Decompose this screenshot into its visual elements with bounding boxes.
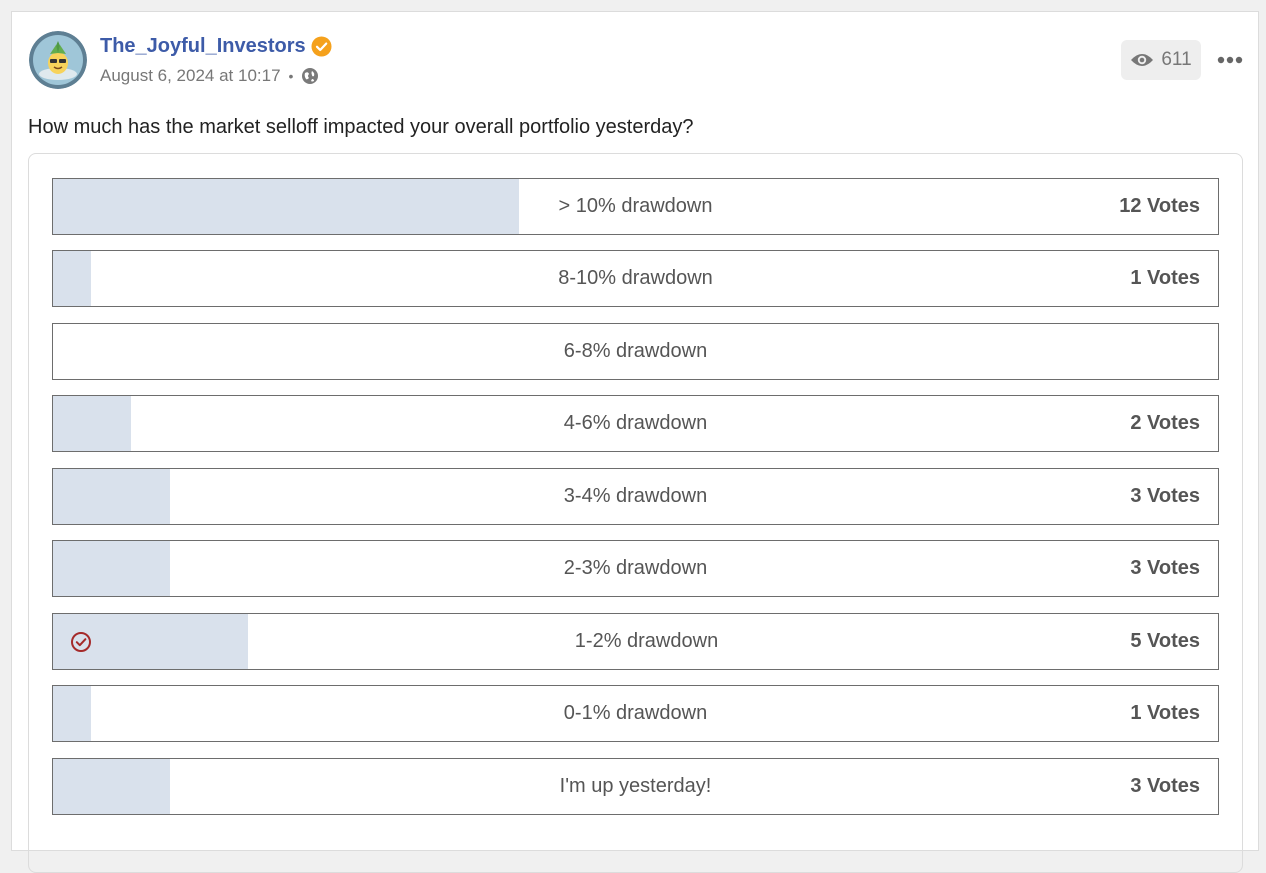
author-row: The_Joyful_Investors (100, 35, 332, 58)
eye-icon (1130, 52, 1154, 68)
poll-container: > 10% drawdown 12 Votes 8-10% drawdown 1… (28, 153, 1243, 873)
option-label: 0-1% drawdown (563, 702, 708, 724)
vote-count: 2 Votes (1130, 412, 1200, 434)
more-options-icon[interactable] (1215, 50, 1245, 70)
option-label: 2-3% drawdown (563, 557, 708, 579)
poll-option[interactable]: 3-4% drawdown 3 Votes (52, 468, 1219, 525)
option-label: 1-2% drawdown (574, 630, 719, 652)
globe-icon (301, 67, 319, 85)
vote-count: 3 Votes (1130, 485, 1200, 507)
avatar[interactable] (29, 31, 87, 89)
poll-option[interactable]: 8-10% drawdown 1 Votes (52, 250, 1219, 307)
post-card: The_Joyful_Investors August 6, 2024 at 1… (11, 11, 1259, 873)
option-label: 6-8% drawdown (563, 340, 708, 362)
vote-count: 1 Votes (1130, 267, 1200, 289)
option-label: > 10% drawdown (558, 195, 713, 217)
option-label: I'm up yesterday! (559, 775, 712, 797)
vote-count: 3 Votes (1130, 775, 1200, 797)
vote-count: 5 Votes (1130, 630, 1200, 652)
post-timestamp[interactable]: August 6, 2024 at 10:17 (100, 66, 281, 86)
option-label: 4-6% drawdown (563, 412, 708, 434)
vote-count: 3 Votes (1130, 557, 1200, 579)
poll-option[interactable]: 0-1% drawdown 1 Votes (52, 685, 1219, 742)
post-meta: August 6, 2024 at 10:17 • (100, 66, 319, 86)
option-label: 3-4% drawdown (563, 485, 708, 507)
verified-check-icon (311, 36, 332, 57)
meta-separator: • (288, 68, 294, 84)
poll-option-selected[interactable]: 1-2% drawdown 5 Votes (52, 613, 1219, 670)
poll-option[interactable]: 2-3% drawdown 3 Votes (52, 540, 1219, 597)
view-count: 611 (1161, 49, 1192, 70)
poll-option[interactable]: > 10% drawdown 12 Votes (52, 178, 1219, 235)
author-name[interactable]: The_Joyful_Investors (100, 35, 306, 58)
view-count-button[interactable]: 611 (1121, 40, 1201, 80)
poll-option[interactable]: I'm up yesterday! 3 Votes (52, 758, 1219, 815)
poll-question: How much has the market selloff impacted… (28, 116, 694, 138)
poll-option[interactable]: 6-8% drawdown (52, 323, 1219, 380)
option-label: 8-10% drawdown (558, 267, 713, 289)
poll-option[interactable]: 4-6% drawdown 2 Votes (52, 395, 1219, 452)
vote-count: 1 Votes (1130, 702, 1200, 724)
vote-count: 12 Votes (1119, 195, 1200, 217)
